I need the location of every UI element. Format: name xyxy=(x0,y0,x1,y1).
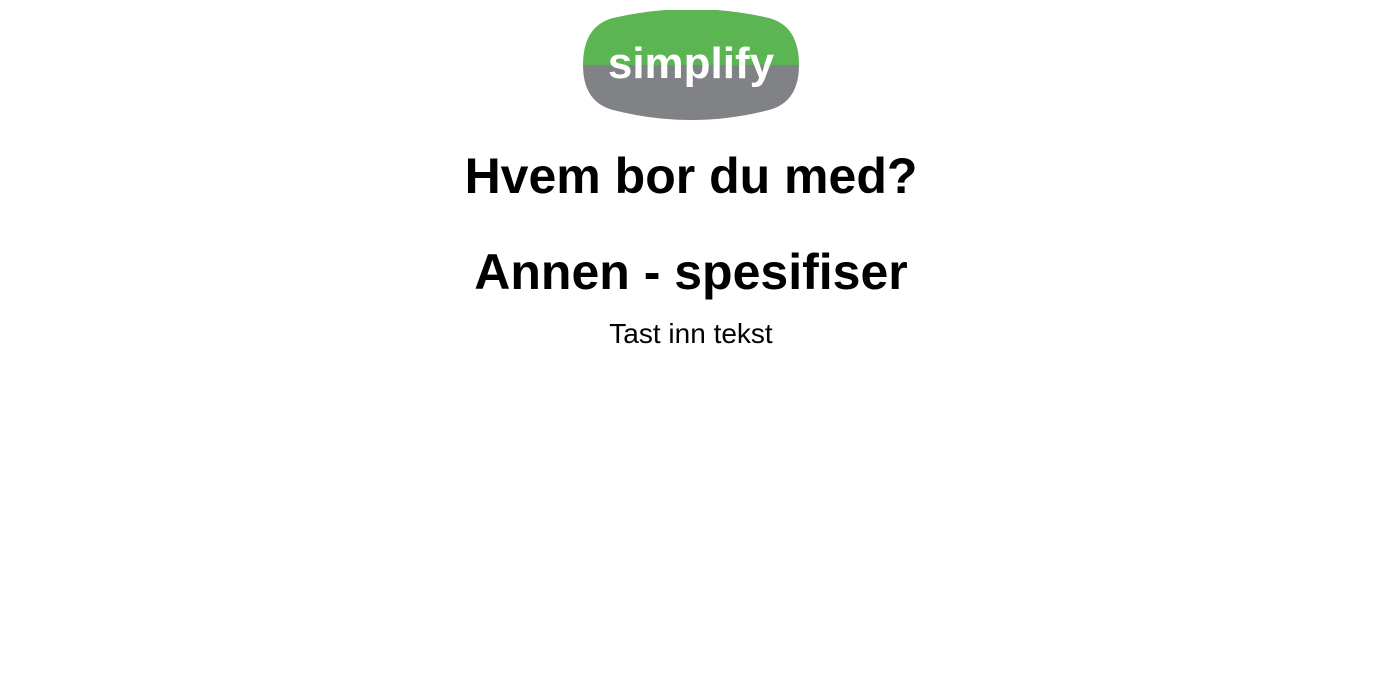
logo-graphic: simplify xyxy=(583,10,799,120)
logo-wordmark: simplify xyxy=(608,39,775,88)
free-text-input[interactable] xyxy=(491,316,891,352)
option-title: Annen - spesifiser xyxy=(474,244,908,300)
simplify-logo: simplify xyxy=(583,10,799,120)
question-title: Hvem bor du med? xyxy=(464,148,918,204)
